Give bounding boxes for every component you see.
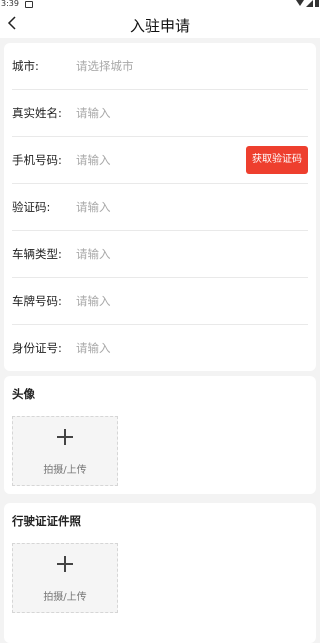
license-section: 行驶证证件照 拍摄/上传 (4, 503, 316, 643)
id-number-row: 身份证号: (12, 325, 308, 371)
status-bar: 3:39 (0, 0, 320, 10)
name-row: 真实姓名: (12, 90, 308, 137)
avatar-section: 头像 拍摄/上传 (4, 376, 316, 494)
status-icons (296, 0, 319, 7)
plate-row: 车牌号码: (12, 278, 308, 325)
plus-icon (57, 556, 73, 572)
avatar-upload-label: 拍摄/上传 (43, 465, 87, 476)
name-label: 真实姓名: (12, 106, 62, 120)
license-title: 行驶证证件照 (12, 514, 81, 528)
license-upload-label: 拍摄/上传 (43, 592, 87, 603)
city-select[interactable] (76, 59, 308, 73)
code-label: 验证码: (12, 200, 51, 214)
license-upload-button[interactable]: 拍摄/上传 (12, 543, 118, 613)
vehicle-type-label: 车辆类型: (12, 247, 62, 261)
phone-row: 手机号码: 获取验证码 (12, 137, 308, 184)
avatar-title: 头像 (12, 387, 35, 401)
plate-input[interactable] (76, 294, 308, 308)
code-row: 验证码: (12, 184, 308, 231)
id-number-input[interactable] (76, 341, 308, 355)
wifi-icon (296, 0, 304, 6)
header: 入驻申请 (0, 10, 320, 38)
avatar-upload-button[interactable]: 拍摄/上传 (12, 416, 118, 486)
page-title: 入驻申请 (129, 17, 190, 35)
application-form: 城市: 真实姓名: 手机号码: 获取验证码 验证码: 车辆类型: 车牌号码: 身… (4, 43, 316, 371)
id-number-label: 身份证号: (12, 341, 62, 355)
notification-icon (25, 1, 33, 8)
code-input[interactable] (76, 200, 308, 214)
signal-icon (306, 0, 313, 7)
name-input[interactable] (76, 106, 308, 120)
plate-label: 车牌号码: (12, 294, 62, 308)
city-row[interactable]: 城市: (12, 43, 308, 90)
phone-label: 手机号码: (12, 153, 62, 167)
status-time: 3:39 (1, 0, 19, 8)
plus-icon (57, 429, 73, 445)
city-label: 城市: (12, 59, 39, 73)
battery-icon (315, 0, 319, 7)
get-code-button[interactable]: 获取验证码 (246, 146, 308, 174)
vehicle-type-row: 车辆类型: (12, 231, 308, 278)
vehicle-type-input[interactable] (76, 247, 308, 261)
